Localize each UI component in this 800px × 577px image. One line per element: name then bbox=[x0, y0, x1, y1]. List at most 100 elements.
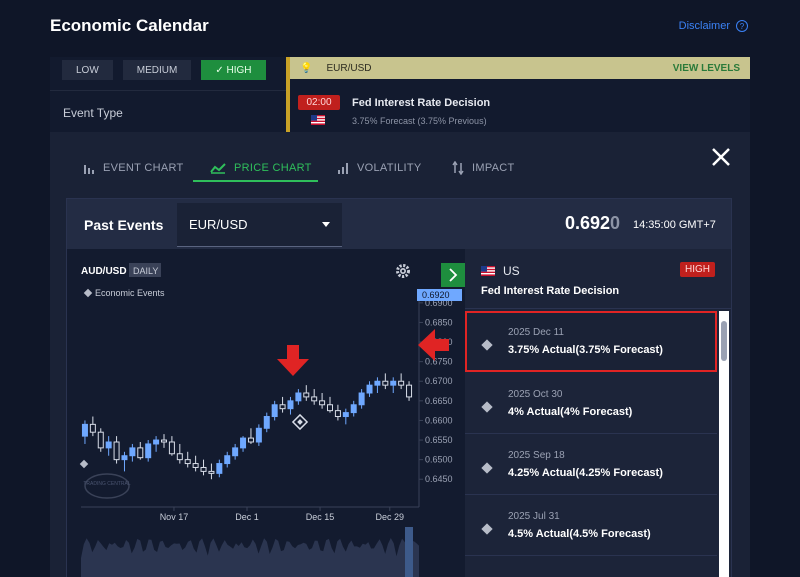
candle bbox=[327, 396, 333, 413]
candle bbox=[398, 373, 405, 390]
event-marker[interactable] bbox=[291, 413, 309, 431]
y-tick-label: 0.6550 bbox=[425, 435, 453, 445]
candle bbox=[89, 416, 96, 437]
price-chart-svg[interactable]: AUD/USD DAILY Economic Events 0.69000.68… bbox=[67, 249, 465, 577]
event-modal: EVENT CHART PRICE CHART VOLATILITY IMPAC… bbox=[50, 132, 750, 577]
candle bbox=[208, 463, 215, 480]
candle bbox=[247, 428, 254, 444]
candle bbox=[358, 389, 365, 409]
x-tick-label: Dec 29 bbox=[375, 512, 404, 522]
bar-chart-icon bbox=[84, 165, 94, 174]
candle bbox=[406, 381, 413, 401]
candle bbox=[216, 459, 223, 478]
x-tick-label: Dec 15 bbox=[306, 512, 335, 522]
event-value: 3.75% Actual(3.75% Forecast) bbox=[508, 344, 663, 356]
gear-icon[interactable] bbox=[396, 264, 410, 278]
event-date: 2025 Jul 31 bbox=[508, 511, 560, 522]
chevron-down-icon bbox=[322, 222, 330, 227]
candle bbox=[121, 451, 128, 472]
watermark-logo: TRADING CENTRAL bbox=[83, 473, 131, 499]
price-time: 14:35:00 GMT+7 bbox=[633, 219, 716, 231]
pair-dropdown[interactable]: EUR/USD bbox=[177, 203, 342, 247]
candle bbox=[263, 412, 270, 433]
candle bbox=[129, 443, 136, 462]
pair-label: EUR/USD bbox=[326, 62, 372, 74]
event-row[interactable]: 2025 Jul 31 4.5% Actual(4.5% Forecast) bbox=[465, 495, 717, 556]
importance-high-button[interactable]: ✓ HIGH bbox=[201, 60, 266, 80]
event-marker-left bbox=[79, 459, 89, 469]
pair-dropdown-value: EUR/USD bbox=[189, 217, 248, 232]
watermark-text: TRADING CENTRAL bbox=[83, 481, 130, 487]
candle bbox=[319, 393, 326, 409]
candle bbox=[145, 440, 152, 462]
candle bbox=[334, 404, 341, 421]
panel-header: Past Events EUR/USD 0.6920 14:35:00 GMT+… bbox=[67, 199, 731, 249]
tab-price-chart-label: PRICE CHART bbox=[234, 162, 312, 174]
importance-badge: HIGH bbox=[680, 262, 715, 277]
chart-interval: DAILY bbox=[133, 266, 158, 276]
volume-histogram bbox=[81, 527, 419, 577]
event-value: 4.5% Actual(4.5% Forecast) bbox=[508, 528, 651, 540]
candle bbox=[366, 381, 373, 397]
price-main: 0.692 bbox=[565, 213, 611, 233]
price-chart[interactable]: AUD/USD DAILY Economic Events 0.6900 0.68… bbox=[67, 249, 465, 577]
help-circle-icon: ? bbox=[736, 20, 748, 32]
event-row[interactable]: 2025 Oct 30 4% Actual(4% Forecast) bbox=[465, 373, 717, 434]
past-events-title: Past Events bbox=[84, 217, 164, 233]
importance-medium-button[interactable]: MEDIUM bbox=[122, 60, 192, 80]
event-row[interactable]: 2025 Sep 18 4.25% Actual(4.25% Forecast) bbox=[465, 434, 717, 495]
red-down-arrow bbox=[277, 345, 309, 376]
candle bbox=[240, 436, 247, 452]
diamond-icon bbox=[481, 401, 493, 413]
candle bbox=[224, 451, 231, 468]
tab-event-chart-label: EVENT CHART bbox=[103, 162, 184, 174]
candle bbox=[137, 442, 144, 460]
tab-volatility[interactable]: VOLATILITY bbox=[337, 154, 422, 182]
event-forecast: 3.75% Forecast (3.75% Previous) bbox=[352, 116, 487, 126]
event-value: 4.25% Actual(4.25% Forecast) bbox=[508, 467, 663, 479]
candle bbox=[153, 436, 160, 452]
tab-impact[interactable]: IMPACT bbox=[452, 154, 515, 182]
candle bbox=[374, 377, 381, 393]
scrollbar-thumb[interactable] bbox=[721, 321, 727, 361]
disclaimer-link[interactable]: Disclaimer ? bbox=[679, 20, 748, 32]
us-flag-icon bbox=[311, 115, 325, 125]
event-date: 2025 Dec 11 bbox=[508, 327, 564, 338]
candle bbox=[184, 451, 191, 468]
volume-bar bbox=[405, 527, 413, 577]
events-list-header: US HIGH Fed Interest Rate Decision bbox=[465, 249, 731, 309]
candle bbox=[105, 436, 112, 456]
candle bbox=[342, 408, 349, 425]
importance-filter: LOW MEDIUM ✓ HIGH bbox=[62, 60, 266, 80]
chart-expand-button[interactable] bbox=[441, 263, 465, 287]
check-icon: ✓ bbox=[215, 64, 227, 76]
tab-price-chart[interactable]: PRICE CHART bbox=[210, 154, 312, 182]
event-row-selected[interactable]: 2025 Dec 11 3.75% Actual(3.75% Forecast) bbox=[465, 311, 717, 372]
country-label: US bbox=[503, 264, 520, 278]
importance-low-button[interactable]: LOW bbox=[62, 60, 113, 80]
candle bbox=[350, 400, 357, 417]
y-tick-label: 0.6500 bbox=[425, 455, 453, 465]
signal-bars-icon bbox=[338, 163, 348, 174]
event-title: Fed Interest Rate Decision bbox=[481, 285, 620, 297]
lightbulb-icon: 💡 bbox=[300, 62, 313, 74]
diamond-icon bbox=[481, 462, 493, 474]
candle bbox=[81, 420, 88, 444]
active-tab-indicator bbox=[193, 180, 318, 182]
candles bbox=[81, 373, 413, 480]
y-axis-ticks: 0.69000.68500.68000.67500.67000.66500.66… bbox=[419, 298, 453, 484]
pair-bar: 💡 EUR/USD VIEW LEVELS bbox=[290, 57, 750, 79]
tab-event-chart[interactable]: EVENT CHART bbox=[83, 154, 184, 182]
view-levels-link[interactable]: VIEW LEVELS bbox=[673, 63, 740, 74]
y-tick-label: 0.6650 bbox=[425, 396, 453, 406]
event-name[interactable]: Fed Interest Rate Decision bbox=[352, 97, 490, 109]
candle bbox=[311, 389, 318, 405]
tab-impact-label: IMPACT bbox=[472, 162, 515, 174]
close-icon[interactable] bbox=[710, 146, 732, 168]
diamond-icon bbox=[481, 523, 493, 535]
importance-high-label: HIGH bbox=[226, 64, 252, 76]
candle bbox=[255, 424, 262, 446]
y-tick-label: 0.6700 bbox=[425, 376, 453, 386]
candle bbox=[295, 389, 302, 405]
diamond-icon bbox=[481, 339, 493, 351]
